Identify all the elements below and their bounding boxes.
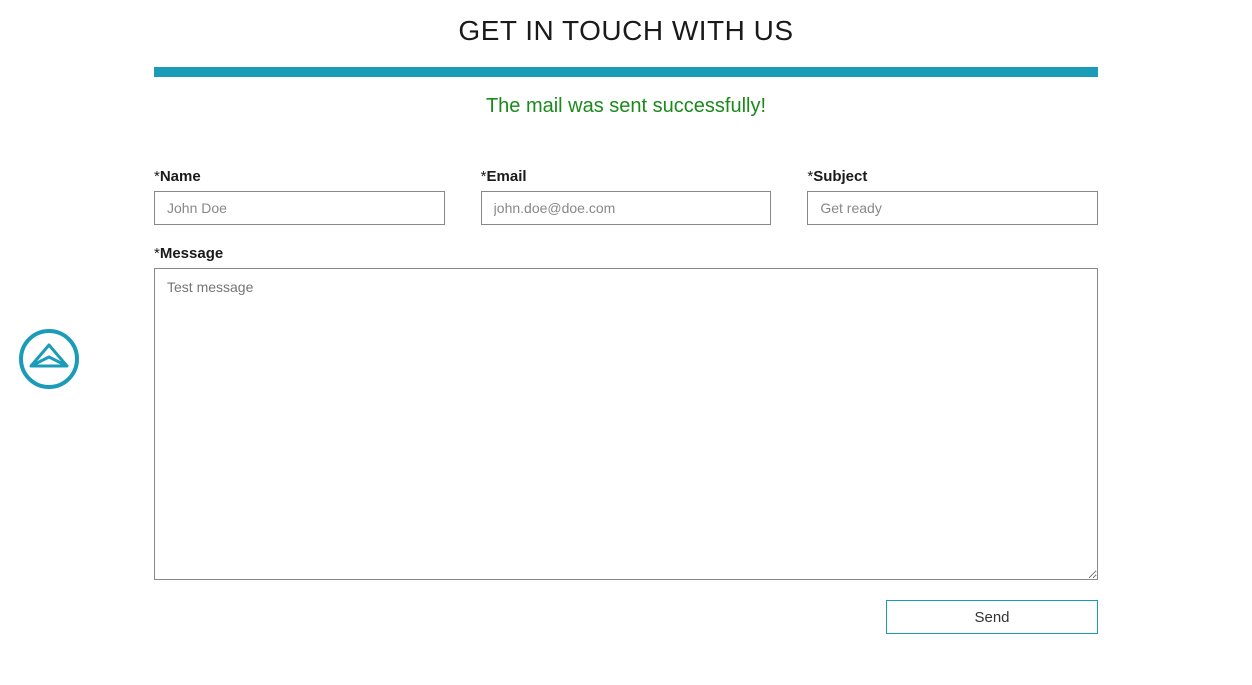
subject-label: *Subject [807,168,1098,185]
email-group: *Email [481,168,772,225]
page-title: GET IN TOUCH WITH US [154,15,1098,47]
subject-input[interactable] [807,191,1098,225]
divider [154,67,1098,77]
send-button[interactable]: Send [886,600,1098,634]
success-message: The mail was sent successfully! [154,95,1098,118]
name-group: *Name [154,168,445,225]
name-label: *Name [154,168,445,185]
contact-form-container: GET IN TOUCH WITH US The mail was sent s… [154,0,1098,634]
form-row-top: *Name *Email *Subject [154,168,1098,225]
envelope-circle-icon[interactable] [19,329,79,389]
email-input[interactable] [481,191,772,225]
button-row: Send [154,600,1098,634]
message-group: *Message [154,245,1098,580]
message-label: *Message [154,245,1098,262]
subject-group: *Subject [807,168,1098,225]
email-label: *Email [481,168,772,185]
message-textarea[interactable] [154,268,1098,580]
name-input[interactable] [154,191,445,225]
